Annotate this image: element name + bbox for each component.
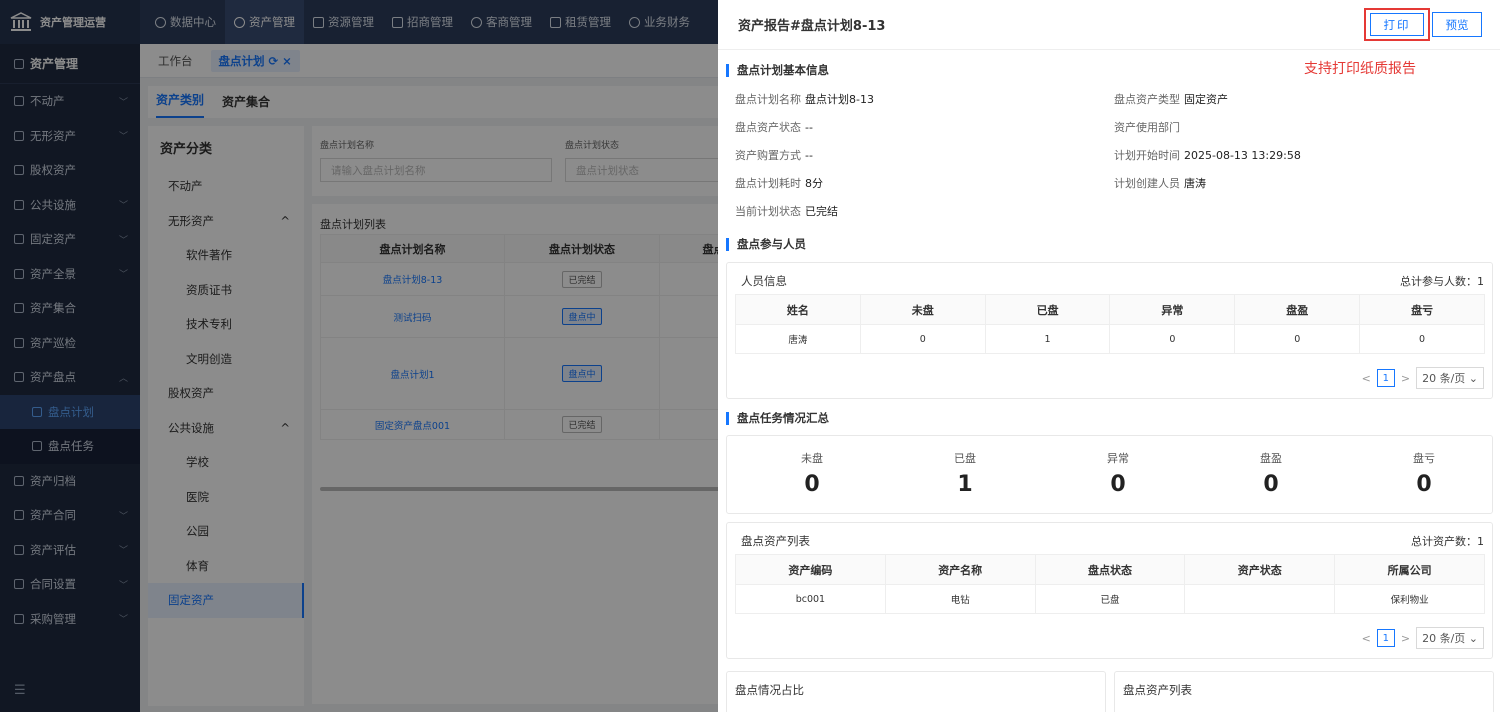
page-size-select[interactable]: 20 条/页 ⌄ [1416, 367, 1484, 389]
assets-total: 总计资产数：1 [1411, 535, 1484, 548]
table-cell: 电钻 [884, 584, 1036, 614]
page-number[interactable]: 1 [1376, 629, 1395, 647]
info-department: 资产使用部门 [1114, 121, 1180, 134]
table-cell: bc001 [735, 584, 886, 614]
page-number[interactable]: 1 [1376, 369, 1395, 387]
column-header: 异常 [1109, 294, 1236, 325]
column-header: 资产状态 [1184, 554, 1336, 585]
column-header: 资产编码 [735, 554, 886, 585]
next-page-icon[interactable]: > [1401, 632, 1410, 645]
drawer-title: 资产报告#盘点计划8-13 [738, 19, 886, 34]
column-header: 未盘 [859, 294, 986, 325]
people-total: 总计参与人数：1 [1400, 275, 1484, 288]
inventory-assets-card: 盘点资产列表 [1114, 671, 1494, 712]
people-pagination: < 1 > 20 条/页 ⌄ [1362, 367, 1484, 389]
inventory-ratio-title: 盘点情况占比 [735, 683, 804, 697]
table-row: 唐涛 0 1 0 0 0 [735, 324, 1485, 354]
print-button[interactable]: 打印 [1370, 13, 1424, 36]
annotation-text: 支持打印纸质报告 [1304, 61, 1416, 77]
people-table: 姓名 未盘 已盘 异常 盘盈 盘亏 唐涛 0 1 0 0 0 [735, 294, 1485, 354]
preview-button[interactable]: 预览 [1432, 12, 1482, 37]
summary-not-counted: 未盘 0 [801, 452, 823, 497]
info-current-status: 当前计划状态 已完结 [735, 205, 838, 218]
table-cell: 0 [1234, 324, 1361, 354]
people-card: 人员信息 总计参与人数：1 姓名 未盘 已盘 异常 盘盈 盘亏 唐涛 0 1 0… [726, 262, 1493, 399]
inventory-assets-title: 盘点资产列表 [1123, 683, 1192, 697]
column-header: 盘亏 [1359, 294, 1485, 325]
summary-abnormal: 异常 0 [1107, 452, 1129, 497]
chevron-down-icon: ⌄ [1468, 372, 1478, 385]
table-row: bc001 电钻 已盘 保利物业 [735, 584, 1485, 614]
summary-loss: 盘亏 0 [1413, 452, 1435, 497]
info-start-time: 计划开始时间 2025-08-13 13:29:58 [1114, 149, 1301, 162]
table-cell: 唐涛 [735, 324, 861, 354]
section-title-basic: 盘点计划基本信息 [726, 64, 829, 77]
report-drawer: 资产报告#盘点计划8-13 打印 预览 支持打印纸质报告 盘点计划基本信息 盘点… [718, 0, 1500, 712]
assets-card: 盘点资产列表 总计资产数：1 资产编码 资产名称 盘点状态 资产状态 所属公司 … [726, 522, 1493, 659]
assets-card-title: 盘点资产列表 [741, 534, 810, 548]
section-title-summary: 盘点任务情况汇总 [726, 412, 829, 425]
chevron-down-icon: ⌄ [1468, 632, 1478, 645]
summary-surplus: 盘盈 0 [1260, 452, 1282, 497]
prev-page-icon[interactable]: < [1362, 372, 1371, 385]
print-highlight-box: 打印 [1364, 8, 1430, 41]
column-header: 已盘 [984, 294, 1111, 325]
prev-page-icon[interactable]: < [1362, 632, 1371, 645]
next-page-icon[interactable]: > [1401, 372, 1410, 385]
info-duration: 盘点计划耗时 8分 [735, 177, 823, 190]
assets-pagination: < 1 > 20 条/页 ⌄ [1362, 627, 1484, 649]
info-asset-type: 盘点资产类型 固定资产 [1114, 93, 1228, 106]
column-header: 盘点状态 [1034, 554, 1186, 585]
section-title-people: 盘点参与人员 [726, 238, 806, 251]
column-header: 姓名 [735, 294, 861, 325]
table-cell: 已盘 [1034, 584, 1186, 614]
inventory-ratio-card: 盘点情况占比 [726, 671, 1106, 712]
modal-mask[interactable] [0, 0, 718, 712]
info-creator: 计划创建人员 唐涛 [1114, 177, 1206, 190]
table-cell: 0 [1359, 324, 1485, 354]
table-cell: 保利物业 [1334, 584, 1485, 614]
table-cell: 1 [984, 324, 1111, 354]
summary-card: 未盘 0 已盘 1 异常 0 盘盈 0 盘亏 0 [726, 435, 1493, 514]
summary-counted: 已盘 1 [954, 452, 976, 497]
table-cell: 0 [1109, 324, 1236, 354]
column-header: 所属公司 [1334, 554, 1485, 585]
table-cell: 0 [859, 324, 986, 354]
page-size-select[interactable]: 20 条/页 ⌄ [1416, 627, 1484, 649]
column-header: 资产名称 [884, 554, 1036, 585]
info-purchase-method: 资产购置方式 -- [735, 149, 813, 162]
info-asset-status: 盘点资产状态 -- [735, 121, 813, 134]
people-card-title: 人员信息 [741, 274, 787, 288]
assets-table: 资产编码 资产名称 盘点状态 资产状态 所属公司 bc001 电钻 已盘 保利物… [735, 554, 1485, 614]
info-plan-name: 盘点计划名称 盘点计划8-13 [735, 93, 874, 106]
table-cell [1184, 584, 1336, 614]
column-header: 盘盈 [1234, 294, 1361, 325]
